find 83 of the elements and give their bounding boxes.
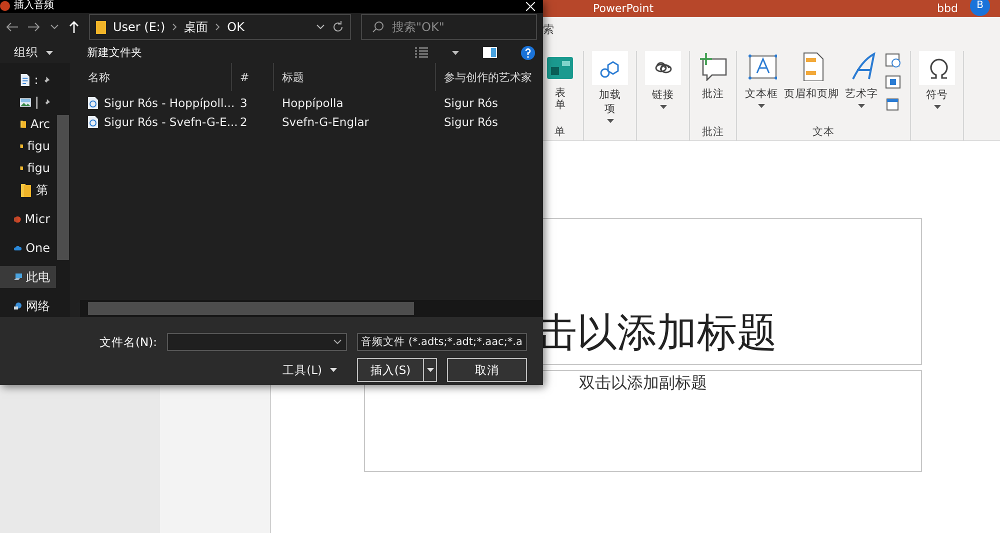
tools-button[interactable]: 工具(L) [276, 362, 343, 379]
document-icon [20, 73, 30, 88]
small-ribbon-button[interactable] [884, 73, 902, 91]
column-header[interactable]: # [240, 70, 250, 84]
breadcrumb[interactable]: 桌面 [184, 18, 208, 36]
pin-icon [42, 76, 50, 85]
caret-icon [46, 50, 53, 54]
nav-item[interactable]: One [0, 237, 56, 260]
group-label: 文本 [812, 125, 834, 140]
folder-icon [96, 20, 106, 34]
ribbon-button[interactable]: 文本框 [745, 51, 778, 108]
app-title: PowerPoint [593, 2, 654, 15]
nav-item[interactable]: 网络 [0, 295, 56, 318]
insert-options-button[interactable] [423, 358, 437, 382]
nav-item[interactable]: Arc [0, 113, 56, 136]
chevron-down-icon [333, 339, 342, 346]
preview-pane-icon[interactable] [483, 47, 497, 58]
small-ribbon-button[interactable] [884, 51, 902, 69]
dialog-title: 插入音频 [14, 1, 54, 12]
group-label: 单 [554, 125, 566, 140]
column-header[interactable]: 参与创作的艺术家 [444, 70, 532, 85]
organize-button[interactable]: 组织 [8, 44, 59, 61]
forward-icon[interactable] [28, 22, 40, 32]
chevron-right-icon [215, 23, 220, 32]
nav-item[interactable]: Micr [0, 208, 56, 230]
cancel-button[interactable]: 取消 [447, 358, 527, 382]
table-cell: Svefn-G-Englar [282, 114, 369, 129]
pin-icon [42, 98, 50, 107]
field-label: 文件名(N): [100, 334, 157, 350]
insert-button[interactable]: 插入(S) [357, 358, 423, 382]
image-icon [20, 96, 31, 108]
table-cell: Sigur Rós [444, 96, 498, 110]
view-icon[interactable] [415, 46, 428, 58]
nav-item[interactable]: figu [0, 135, 56, 158]
chevron-right-icon [172, 23, 178, 32]
back-icon[interactable] [6, 22, 18, 32]
up-arrow-icon[interactable] [69, 21, 79, 34]
ribbon-button[interactable]: 页眉和页脚 [784, 51, 839, 101]
new-folder-button[interactable]: 新建文件夹 [87, 45, 142, 60]
table-cell: 2 [240, 114, 248, 129]
caret-icon [426, 368, 434, 372]
table-cell: 3 [240, 96, 248, 110]
column-header[interactable]: 标题 [282, 70, 304, 85]
audio-file-icon [88, 116, 98, 128]
table-cell: Hoppípolla [282, 96, 344, 110]
search-field[interactable]: 搜索"OK" [361, 14, 537, 40]
nav-item[interactable]: 此电 [0, 266, 56, 288]
table-cell: Sigur Rós - Svefn-G-E... [104, 114, 238, 129]
address-bar[interactable]: User (E:) 桌面 OK [89, 14, 351, 40]
table-cell: Sigur Rós [444, 114, 498, 129]
ribbon-icon [698, 51, 728, 81]
ribbon-tab[interactable]: 索 [543, 23, 554, 36]
table-cell: Sigur Rós - Hoppípoll... [104, 96, 235, 110]
audio-file-icon [88, 96, 98, 109]
breadcrumb[interactable]: OK [227, 20, 244, 34]
group-label: 批注 [702, 125, 724, 140]
nav-item[interactable]: | [0, 91, 56, 114]
nav-item[interactable]: figu [0, 157, 56, 180]
caret-icon [452, 50, 459, 54]
search-icon [372, 21, 384, 34]
ribbon-button[interactable]: 批注 [698, 51, 728, 101]
filename-field[interactable] [167, 333, 347, 352]
help-icon[interactable] [521, 46, 535, 60]
ribbon-button[interactable]: 艺术字 [845, 51, 878, 108]
scrollbar-thumb[interactable] [57, 115, 69, 260]
nav-item[interactable]: 第 [0, 179, 56, 202]
caret-icon [330, 368, 337, 372]
app-icon [0, 1, 10, 12]
close-icon[interactable] [526, 2, 535, 11]
scrollbar-thumb[interactable] [88, 302, 414, 316]
ribbon-button[interactable]: 加载项 [592, 51, 628, 123]
nav-item[interactable]: : [0, 69, 56, 92]
folder-icon [20, 183, 32, 198]
cloud-icon [14, 243, 22, 254]
chevron-down-icon [50, 24, 59, 30]
column-header[interactable]: 名称 [88, 70, 110, 85]
ribbon-button[interactable]: 表单 [545, 51, 575, 112]
chevron-down-icon [316, 24, 325, 30]
refresh-icon[interactable] [332, 21, 344, 34]
breadcrumb[interactable]: User (E:) [113, 20, 166, 34]
user-name: bbd [937, 2, 958, 15]
file-type-dropdown[interactable]: 音频文件 (*.adts;*.adt;*.aac;*.a [357, 333, 527, 352]
user-avatar[interactable]: B [970, 0, 990, 16]
